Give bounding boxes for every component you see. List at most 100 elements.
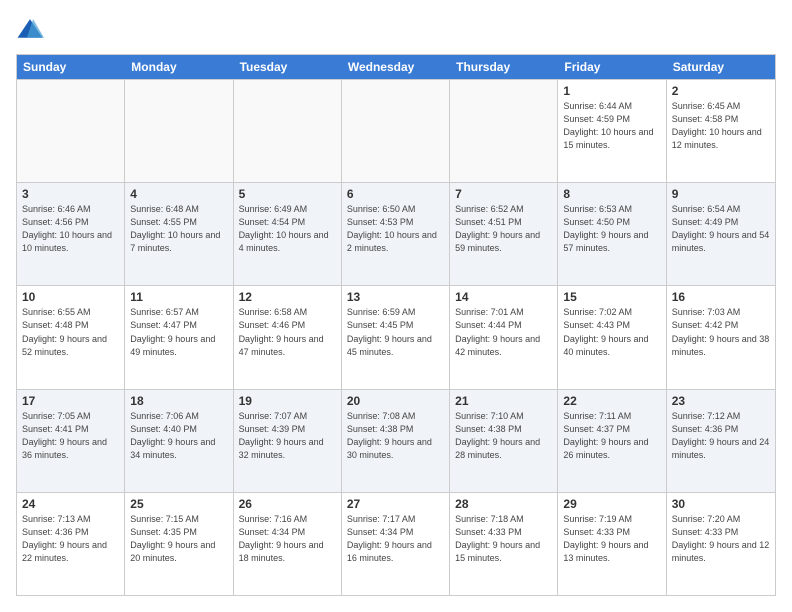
day-info: Sunrise: 6:48 AM Sunset: 4:55 PM Dayligh… xyxy=(130,203,227,255)
day-number: 4 xyxy=(130,187,227,201)
day-cell-25: 25Sunrise: 7:15 AM Sunset: 4:35 PM Dayli… xyxy=(125,493,233,595)
day-cell-5: 5Sunrise: 6:49 AM Sunset: 4:54 PM Daylig… xyxy=(234,183,342,285)
day-number: 28 xyxy=(455,497,552,511)
day-number: 15 xyxy=(563,290,660,304)
day-cell-2: 2 Sunrise: 6:45 AM Sunset: 4:58 PM Daylig… xyxy=(667,80,775,182)
day-number: 16 xyxy=(672,290,770,304)
day-cell-12: 12 Sunrise: 6:58 AM Sunset: 4:46 PM Dayli… xyxy=(234,286,342,388)
day-cell-18: 18 Sunrise: 7:06 AM Sunset: 4:40 PM Dayli… xyxy=(125,390,233,492)
day-info: Sunrise: 7:01 AM Sunset: 4:44 PM Dayligh… xyxy=(455,306,552,358)
calendar-row-5: 24 Sunrise: 7:13 AM Sunset: 4:36 PM Dayli… xyxy=(17,492,775,595)
day-number: 1 xyxy=(563,84,660,98)
day-cell-24: 24 Sunrise: 7:13 AM Sunset: 4:36 PM Dayli… xyxy=(17,493,125,595)
day-cell-23: 23 Sunrise: 7:12 AM Sunset: 4:36 PM Dayli… xyxy=(667,390,775,492)
day-number: 23 xyxy=(672,394,770,408)
day-number: 19 xyxy=(239,394,336,408)
day-number: 22 xyxy=(563,394,660,408)
calendar-row-4: 17 Sunrise: 7:05 AM Sunset: 4:41 PM Dayli… xyxy=(17,389,775,492)
header-day-friday: Friday xyxy=(558,55,666,79)
day-cell-15: 15 Sunrise: 7:02 AM Sunset: 4:43 PM Dayli… xyxy=(558,286,666,388)
day-number: 26 xyxy=(239,497,336,511)
empty-cell xyxy=(17,80,125,182)
empty-cell xyxy=(450,80,558,182)
empty-cell xyxy=(342,80,450,182)
day-info: Sunrise: 7:06 AM Sunset: 4:40 PM Dayligh… xyxy=(130,410,227,462)
day-info: Sunrise: 6:58 AM Sunset: 4:46 PM Dayligh… xyxy=(239,306,336,358)
logo-icon xyxy=(16,16,44,44)
day-info: Sunrise: 7:12 AM Sunset: 4:36 PM Dayligh… xyxy=(672,410,770,462)
day-number: 3 xyxy=(22,187,119,201)
day-number: 13 xyxy=(347,290,444,304)
day-number: 17 xyxy=(22,394,119,408)
day-cell-9: 9 Sunrise: 6:54 AM Sunset: 4:49 PM Daylig… xyxy=(667,183,775,285)
day-cell-21: 21 Sunrise: 7:10 AM Sunset: 4:38 PM Dayli… xyxy=(450,390,558,492)
day-cell-4: 4 Sunrise: 6:48 AM Sunset: 4:55 PM Daylig… xyxy=(125,183,233,285)
day-info: Sunrise: 7:15 AM Sunset: 4:35 PM Dayligh… xyxy=(130,513,227,565)
page: SundayMondayTuesdayWednesdayThursdayFrid… xyxy=(0,0,792,612)
day-number: 20 xyxy=(347,394,444,408)
day-cell-30: 30 Sunrise: 7:20 AM Sunset: 4:33 PM Dayli… xyxy=(667,493,775,595)
day-cell-19: 19Sunrise: 7:07 AM Sunset: 4:39 PM Dayli… xyxy=(234,390,342,492)
day-info: Sunrise: 6:44 AM Sunset: 4:59 PM Dayligh… xyxy=(563,100,660,152)
day-number: 10 xyxy=(22,290,119,304)
day-number: 11 xyxy=(130,290,227,304)
calendar-row-3: 10 Sunrise: 6:55 AM Sunset: 4:48 PM Dayli… xyxy=(17,285,775,388)
day-cell-20: 20 Sunrise: 7:08 AM Sunset: 4:38 PM Dayli… xyxy=(342,390,450,492)
header-day-thursday: Thursday xyxy=(450,55,558,79)
day-info: Sunrise: 7:18 AM Sunset: 4:33 PM Dayligh… xyxy=(455,513,552,565)
calendar-row-2: 3 Sunrise: 6:46 AM Sunset: 4:56 PM Daylig… xyxy=(17,182,775,285)
day-info: Sunrise: 7:19 AM Sunset: 4:33 PM Dayligh… xyxy=(563,513,660,565)
day-info: Sunrise: 7:05 AM Sunset: 4:41 PM Dayligh… xyxy=(22,410,119,462)
day-info: Sunrise: 7:11 AM Sunset: 4:37 PM Dayligh… xyxy=(563,410,660,462)
header-day-sunday: Sunday xyxy=(17,55,125,79)
empty-cell xyxy=(125,80,233,182)
day-info: Sunrise: 7:02 AM Sunset: 4:43 PM Dayligh… xyxy=(563,306,660,358)
day-number: 14 xyxy=(455,290,552,304)
day-cell-22: 22 Sunrise: 7:11 AM Sunset: 4:37 PM Dayli… xyxy=(558,390,666,492)
day-cell-17: 17 Sunrise: 7:05 AM Sunset: 4:41 PM Dayli… xyxy=(17,390,125,492)
day-info: Sunrise: 6:45 AM Sunset: 4:58 PM Dayligh… xyxy=(672,100,770,152)
day-cell-11: 11 Sunrise: 6:57 AM Sunset: 4:47 PM Dayli… xyxy=(125,286,233,388)
header-day-wednesday: Wednesday xyxy=(342,55,450,79)
day-cell-26: 26 Sunrise: 7:16 AM Sunset: 4:34 PM Dayli… xyxy=(234,493,342,595)
day-info: Sunrise: 7:16 AM Sunset: 4:34 PM Dayligh… xyxy=(239,513,336,565)
day-info: Sunrise: 7:08 AM Sunset: 4:38 PM Dayligh… xyxy=(347,410,444,462)
header-day-monday: Monday xyxy=(125,55,233,79)
day-info: Sunrise: 6:59 AM Sunset: 4:45 PM Dayligh… xyxy=(347,306,444,358)
day-cell-27: 27 Sunrise: 7:17 AM Sunset: 4:34 PM Dayli… xyxy=(342,493,450,595)
day-number: 12 xyxy=(239,290,336,304)
day-number: 9 xyxy=(672,187,770,201)
day-number: 18 xyxy=(130,394,227,408)
day-info: Sunrise: 6:49 AM Sunset: 4:54 PM Dayligh… xyxy=(239,203,336,255)
day-info: Sunrise: 6:50 AM Sunset: 4:53 PM Dayligh… xyxy=(347,203,444,255)
day-cell-6: 6 Sunrise: 6:50 AM Sunset: 4:53 PM Daylig… xyxy=(342,183,450,285)
header-day-saturday: Saturday xyxy=(667,55,775,79)
day-number: 6 xyxy=(347,187,444,201)
day-number: 2 xyxy=(672,84,770,98)
day-cell-10: 10 Sunrise: 6:55 AM Sunset: 4:48 PM Dayli… xyxy=(17,286,125,388)
day-info: Sunrise: 6:54 AM Sunset: 4:49 PM Dayligh… xyxy=(672,203,770,255)
day-info: Sunrise: 6:52 AM Sunset: 4:51 PM Dayligh… xyxy=(455,203,552,255)
calendar-header: SundayMondayTuesdayWednesdayThursdayFrid… xyxy=(17,55,775,79)
day-cell-16: 16Sunrise: 7:03 AM Sunset: 4:42 PM Dayli… xyxy=(667,286,775,388)
day-info: Sunrise: 7:10 AM Sunset: 4:38 PM Dayligh… xyxy=(455,410,552,462)
day-cell-29: 29Sunrise: 7:19 AM Sunset: 4:33 PM Dayli… xyxy=(558,493,666,595)
day-info: Sunrise: 7:17 AM Sunset: 4:34 PM Dayligh… xyxy=(347,513,444,565)
day-info: Sunrise: 6:46 AM Sunset: 4:56 PM Dayligh… xyxy=(22,203,119,255)
day-cell-13: 13 Sunrise: 6:59 AM Sunset: 4:45 PM Dayli… xyxy=(342,286,450,388)
day-info: Sunrise: 7:13 AM Sunset: 4:36 PM Dayligh… xyxy=(22,513,119,565)
day-number: 8 xyxy=(563,187,660,201)
day-number: 21 xyxy=(455,394,552,408)
day-cell-8: 8Sunrise: 6:53 AM Sunset: 4:50 PM Daylig… xyxy=(558,183,666,285)
day-info: Sunrise: 6:55 AM Sunset: 4:48 PM Dayligh… xyxy=(22,306,119,358)
day-info: Sunrise: 6:57 AM Sunset: 4:47 PM Dayligh… xyxy=(130,306,227,358)
calendar: SundayMondayTuesdayWednesdayThursdayFrid… xyxy=(16,54,776,596)
calendar-row-1: 1 Sunrise: 6:44 AM Sunset: 4:59 PM Daylig… xyxy=(17,79,775,182)
day-number: 30 xyxy=(672,497,770,511)
day-number: 27 xyxy=(347,497,444,511)
day-number: 7 xyxy=(455,187,552,201)
day-cell-28: 28 Sunrise: 7:18 AM Sunset: 4:33 PM Dayli… xyxy=(450,493,558,595)
day-info: Sunrise: 7:20 AM Sunset: 4:33 PM Dayligh… xyxy=(672,513,770,565)
day-cell-7: 7 Sunrise: 6:52 AM Sunset: 4:51 PM Daylig… xyxy=(450,183,558,285)
day-number: 24 xyxy=(22,497,119,511)
